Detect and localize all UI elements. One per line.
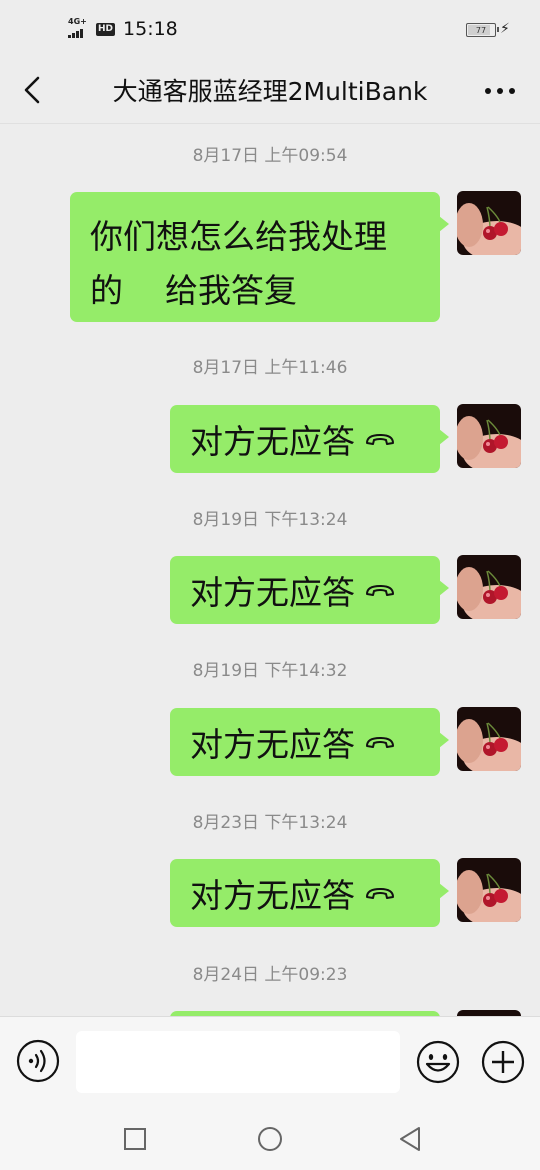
phone-hangup-icon	[366, 737, 394, 748]
message-timestamp: 8月23日 下午13:24	[192, 813, 348, 833]
call-bubble[interactable]: 对方无应答	[170, 859, 449, 927]
call-status-text: 对方无应答	[190, 573, 355, 612]
cherry-avatar-image	[457, 707, 521, 771]
message-input-bar	[0, 1016, 540, 1108]
network-type: 4G+	[68, 17, 87, 26]
voice-icon	[16, 1039, 60, 1083]
message-bubble[interactable]: 你们想怎么给我处理 的 给我答复	[70, 192, 449, 322]
system-nav-bar	[0, 1108, 540, 1170]
more-dots-icon	[485, 88, 515, 94]
chat-area[interactable]: 8月17日 上午09:54 你们想怎么给我处理 的 给我答复 8月17日 上午1…	[0, 124, 540, 1016]
square-icon	[124, 1128, 146, 1150]
battery-icon: 77	[466, 23, 499, 37]
cherry-avatar-image	[457, 858, 521, 922]
message-timestamp: 8月19日 下午14:32	[192, 661, 348, 681]
message-text: 你们想怎么给我处理 的 给我答复	[90, 217, 387, 310]
more-functions-button[interactable]	[480, 1039, 526, 1085]
message-input[interactable]	[76, 1031, 400, 1093]
call-status-text: 对方无应答	[190, 725, 355, 764]
message-timestamp: 8月17日 上午09:54	[192, 146, 348, 166]
avatar[interactable]	[457, 555, 521, 619]
message-timestamp: 8月19日 下午13:24	[192, 510, 348, 530]
avatar[interactable]	[457, 404, 521, 468]
phone-hangup-icon	[366, 585, 394, 596]
back-button[interactable]	[14, 70, 50, 110]
back-nav-button[interactable]	[395, 1124, 425, 1154]
call-bubble[interactable]: 对方无应答	[170, 708, 449, 776]
call-bubble[interactable]: 对方无应答	[170, 556, 449, 624]
avatar[interactable]	[457, 858, 521, 922]
status-time: 15:18	[123, 18, 178, 40]
emoji-button[interactable]	[415, 1039, 461, 1085]
status-bar: 4G+ HD 15:18 77 ⚡	[0, 0, 540, 58]
hd-badge: HD	[96, 22, 116, 36]
call-status-text: 对方无应答	[190, 876, 355, 915]
status-left: 4G+ HD 15:18	[68, 17, 178, 40]
charging-icon: ⚡	[500, 21, 510, 37]
more-button[interactable]	[482, 76, 518, 106]
cherry-avatar-image	[457, 555, 521, 619]
voice-button[interactable]	[16, 1039, 60, 1083]
message-timestamp: 8月17日 上午11:46	[192, 358, 348, 378]
plus-icon	[481, 1040, 525, 1084]
message-timestamp: 8月24日 上午09:23	[192, 965, 348, 985]
battery-level: 77	[475, 25, 487, 35]
call-bubble[interactable]: 对方无应答	[170, 405, 449, 473]
phone-hangup-icon	[366, 434, 394, 445]
signal-icon: 4G+	[68, 17, 90, 40]
avatar[interactable]	[457, 191, 521, 255]
cherry-avatar-image	[457, 191, 521, 255]
chevron-left-icon	[24, 76, 40, 104]
cherry-avatar-image	[457, 404, 521, 468]
emoji-icon	[416, 1040, 460, 1084]
recent-apps-button[interactable]	[120, 1124, 150, 1154]
home-button[interactable]	[255, 1124, 285, 1154]
circle-icon	[258, 1127, 282, 1151]
phone-hangup-icon	[366, 888, 394, 899]
triangle-back-icon	[400, 1127, 420, 1151]
chat-title: 大通客服蓝经理2MultiBank	[112, 77, 428, 106]
avatar[interactable]	[457, 707, 521, 771]
chat-header: 大通客服蓝经理2MultiBank	[0, 58, 540, 124]
call-status-text: 对方无应答	[190, 422, 355, 461]
